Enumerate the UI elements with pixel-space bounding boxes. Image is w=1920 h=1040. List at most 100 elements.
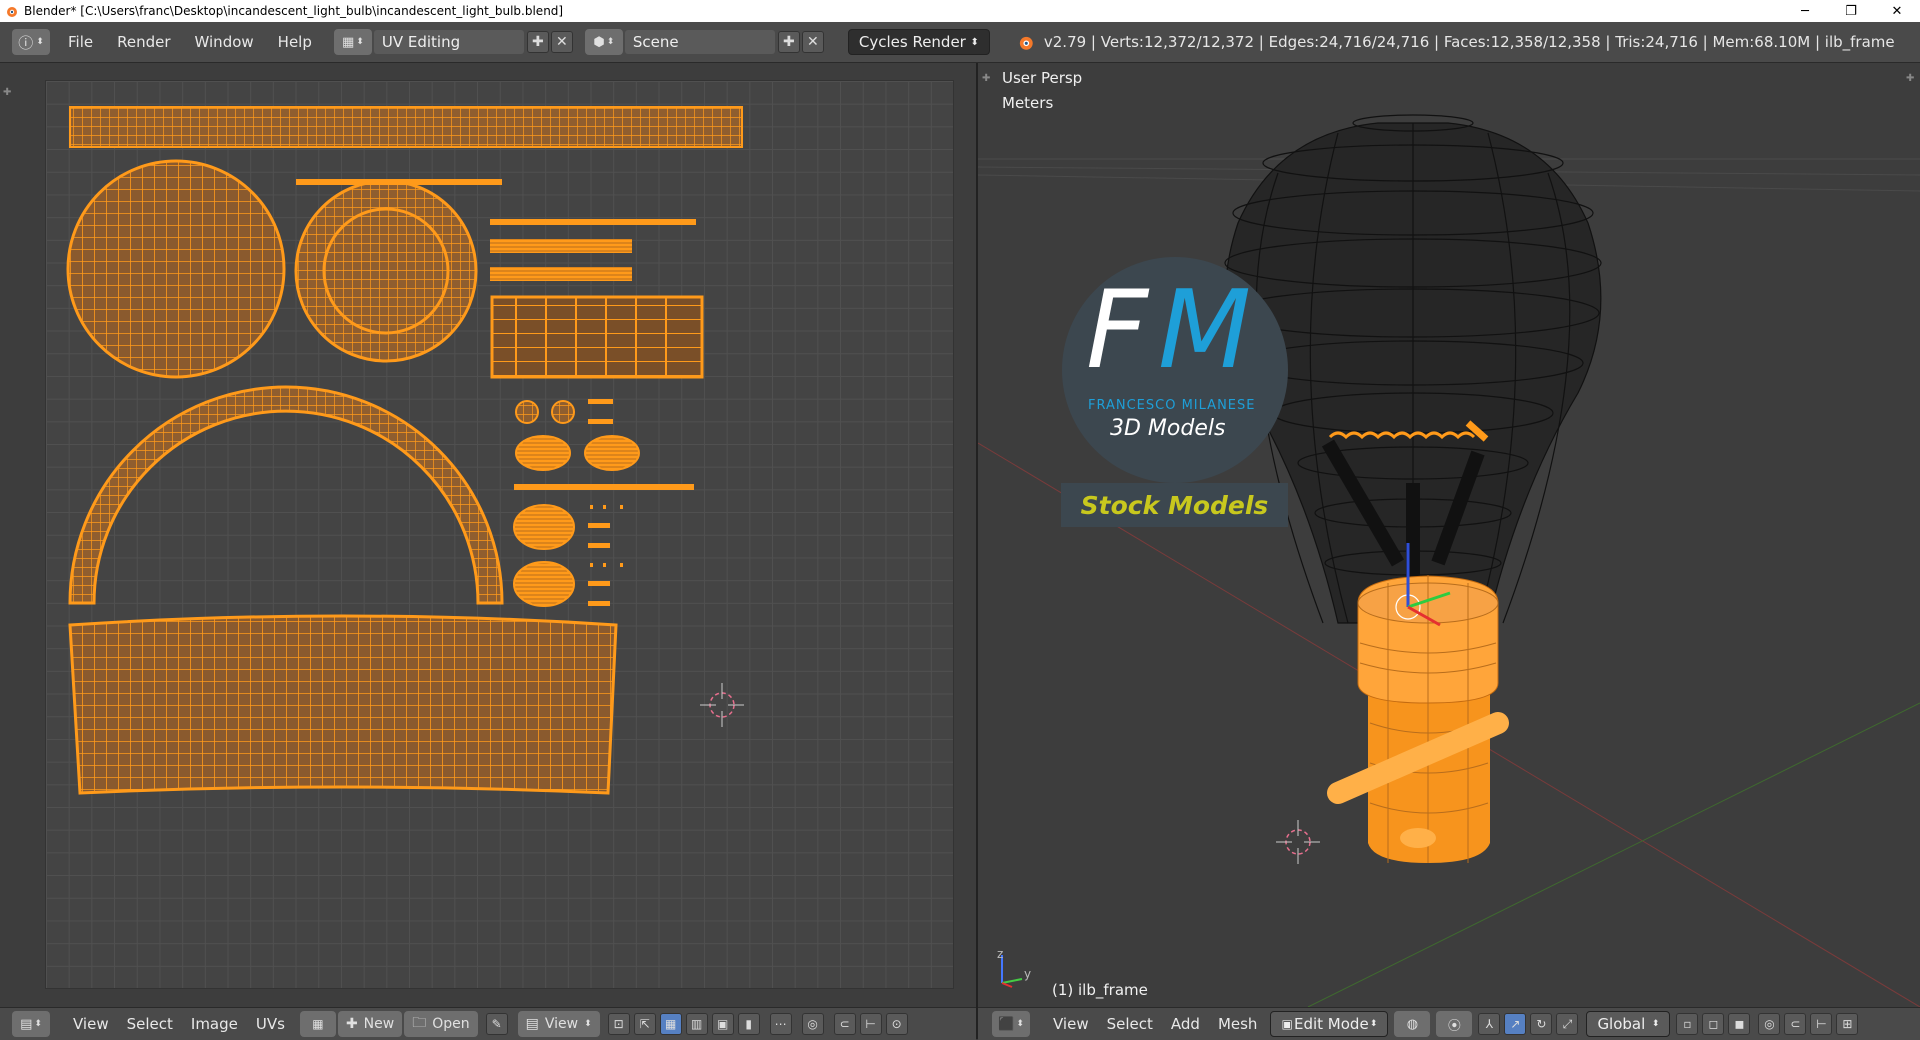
editor-type-info-button[interactable]: ⓘ ⬍ — [12, 29, 50, 55]
uv-menu-image[interactable]: Image — [182, 1015, 247, 1033]
uv-island-arch — [68, 385, 504, 605]
face-select-icon[interactable]: ▣ — [711, 1013, 734, 1035]
translate-manipulator-icon[interactable]: ↗ — [1504, 1013, 1527, 1035]
scene-icon: ⬢ — [593, 34, 605, 50]
snap-icon[interactable]: ⊂ — [833, 1013, 856, 1035]
orientation-dropdown[interactable]: Global ⬍ — [1586, 1011, 1671, 1037]
axis-y-label: y — [1024, 967, 1032, 981]
uv-island-tiny-bar-1 — [588, 399, 613, 404]
uv-island-oval-2 — [584, 435, 640, 471]
menu-render[interactable]: Render — [105, 33, 182, 51]
edge-select-icon[interactable]: ▥ — [685, 1013, 708, 1035]
uv-menu-view[interactable]: View — [64, 1015, 118, 1033]
snap-element-icon[interactable]: ⊢ — [1810, 1013, 1833, 1035]
logo-name: FRANCESCO MILANESE — [1088, 398, 1256, 413]
view-axis-gizmo-icon — [1001, 955, 1023, 988]
new-image-button[interactable]: ✚ New — [337, 1011, 403, 1037]
proportional-edit-icon[interactable]: ◎ — [1758, 1013, 1781, 1035]
uv-island-bar-2 — [490, 219, 696, 225]
vp-menu-mesh[interactable]: Mesh — [1209, 1015, 1267, 1033]
scene-name-field[interactable]: Scene — [624, 30, 775, 54]
view-mode-label: View — [544, 1016, 579, 1032]
snap-element-icon[interactable]: ⊢ — [859, 1013, 882, 1035]
delete-layout-button[interactable]: ✕ — [550, 31, 573, 53]
3d-cursor-icon — [1276, 820, 1320, 864]
updown-icon: ⬍ — [970, 36, 979, 48]
uv-menu-uvs[interactable]: UVs — [247, 1015, 294, 1033]
updown-icon: ⬍ — [1651, 1019, 1660, 1029]
proportional-edit-icon[interactable]: ◎ — [801, 1013, 824, 1035]
vertex-select-icon[interactable]: ▦ — [659, 1013, 682, 1035]
pivot-dropdown[interactable]: ⦿ — [1436, 1011, 1473, 1037]
vp-menu-add[interactable]: Add — [1162, 1015, 1209, 1033]
pin-icon[interactable]: ✎ — [485, 1013, 508, 1035]
view-mode-dropdown[interactable]: ▤ View ⬍ — [517, 1011, 600, 1037]
shading-dropdown[interactable]: ◍ — [1394, 1011, 1431, 1037]
manipulator-toggle-icon[interactable]: ⅄ — [1478, 1013, 1501, 1035]
add-scene-button[interactable]: ✚ — [777, 31, 800, 53]
close-icon: ✕ — [556, 34, 568, 50]
snap-toggle-icon[interactable]: ⊂ — [1784, 1013, 1807, 1035]
rotate-manipulator-icon[interactable]: ↻ — [1530, 1013, 1553, 1035]
uv-menu-select[interactable]: Select — [118, 1015, 182, 1033]
sync-selection-icon[interactable]: ⇱ — [633, 1013, 656, 1035]
sticky-mode-icon[interactable]: ⋯ — [769, 1013, 792, 1035]
info-icon: ⓘ — [18, 33, 34, 52]
maximize-button[interactable]: ❐ — [1828, 0, 1874, 22]
open-image-button[interactable]: 🗀 Open — [404, 1011, 478, 1037]
menu-file[interactable]: File — [56, 33, 105, 51]
editor-type-uv-button[interactable]: ▤ ⬍ — [12, 1011, 50, 1037]
island-select-icon[interactable]: ▮ — [737, 1013, 760, 1035]
updown-icon: ⬍ — [606, 37, 615, 47]
window-titlebar: Blender* [C:\Users\franc\Desktop\incande… — [0, 0, 1920, 22]
close-icon: ✕ — [807, 34, 819, 50]
delete-scene-button[interactable]: ✕ — [801, 31, 824, 53]
image-browse-button[interactable]: ▦ — [299, 1011, 336, 1037]
viewport-header: ⬛ ⬍ View Select Add Mesh ▣ Edit Mode ⬍ ◍ … — [978, 1007, 1920, 1040]
uv-island-dots — [590, 505, 623, 567]
uv-image-editor[interactable]: ✚ — [0, 63, 976, 1007]
pivot-icon[interactable]: ⊡ — [607, 1013, 630, 1035]
scene-statistics: v2.79 | Verts:12,372/12,372 | Edges:24,7… — [1043, 33, 1895, 51]
close-window-button[interactable]: ✕ — [1874, 0, 1920, 22]
toolshelf-toggle-icon[interactable]: ✚ — [3, 87, 13, 98]
plus-icon: ✚ — [783, 34, 795, 50]
open-image-label: Open — [432, 1016, 470, 1032]
vp-menu-select[interactable]: Select — [1098, 1015, 1162, 1033]
edge-select-mode-icon[interactable]: ◻ — [1702, 1013, 1725, 1035]
3d-viewport[interactable]: ✚ ✚ User Persp Meters z y (1) ilb_frame — [978, 63, 1920, 1007]
scale-manipulator-icon[interactable]: ⤢ — [1556, 1013, 1579, 1035]
scene-browse-button[interactable]: ⬢ ⬍ — [584, 29, 623, 55]
cube-icon: ⬛ — [998, 1016, 1015, 1032]
render-slot-icon[interactable]: ⊙ — [885, 1013, 908, 1035]
orientation-label: Global — [1597, 1015, 1646, 1033]
render-engine-dropdown[interactable]: Cycles Render ⬍ — [847, 29, 990, 55]
plus-icon: ✚ — [532, 34, 544, 50]
uv-islands — [66, 106, 744, 795]
layout-browse-button[interactable]: ▦ ⬍ — [333, 29, 372, 55]
vp-menu-view[interactable]: View — [1044, 1015, 1098, 1033]
menu-help[interactable]: Help — [266, 33, 324, 51]
render-preview-icon[interactable]: ⊞ — [1836, 1013, 1859, 1035]
uv-canvas[interactable] — [45, 80, 954, 989]
active-object-label: (1) ilb_frame — [1052, 981, 1148, 999]
blender-logo-icon — [7, 7, 17, 17]
updown-icon: ⬍ — [1016, 1019, 1024, 1029]
view-name-label: User Persp — [1002, 69, 1083, 87]
mode-dropdown[interactable]: ▣ Edit Mode ⬍ — [1270, 1011, 1389, 1037]
updown-icon: ⬍ — [36, 37, 44, 47]
layout-name-field[interactable]: UV Editing — [373, 30, 524, 54]
uv-island-band — [68, 614, 618, 795]
add-layout-button[interactable]: ✚ — [526, 31, 549, 53]
editor-type-3d-button[interactable]: ⬛ ⬍ — [992, 1011, 1030, 1037]
uv-island-small-disc-2 — [551, 400, 575, 424]
uv-island-small-disc-1 — [515, 400, 539, 424]
menu-window[interactable]: Window — [183, 33, 266, 51]
mode-label: Edit Mode — [1293, 1015, 1369, 1033]
face-select-mode-icon[interactable]: ◼ — [1728, 1013, 1751, 1035]
minimize-button[interactable]: ─ — [1782, 0, 1828, 22]
uv-editor-header: ▤ ⬍ View Select Image UVs ▦ ✚ New 🗀 Open ✎ … — [0, 1007, 976, 1040]
updown-icon: ⬍ — [584, 1019, 592, 1029]
uv-island-oval-1 — [515, 435, 571, 471]
vertex-select-mode-icon[interactable]: ▫ — [1676, 1013, 1699, 1035]
